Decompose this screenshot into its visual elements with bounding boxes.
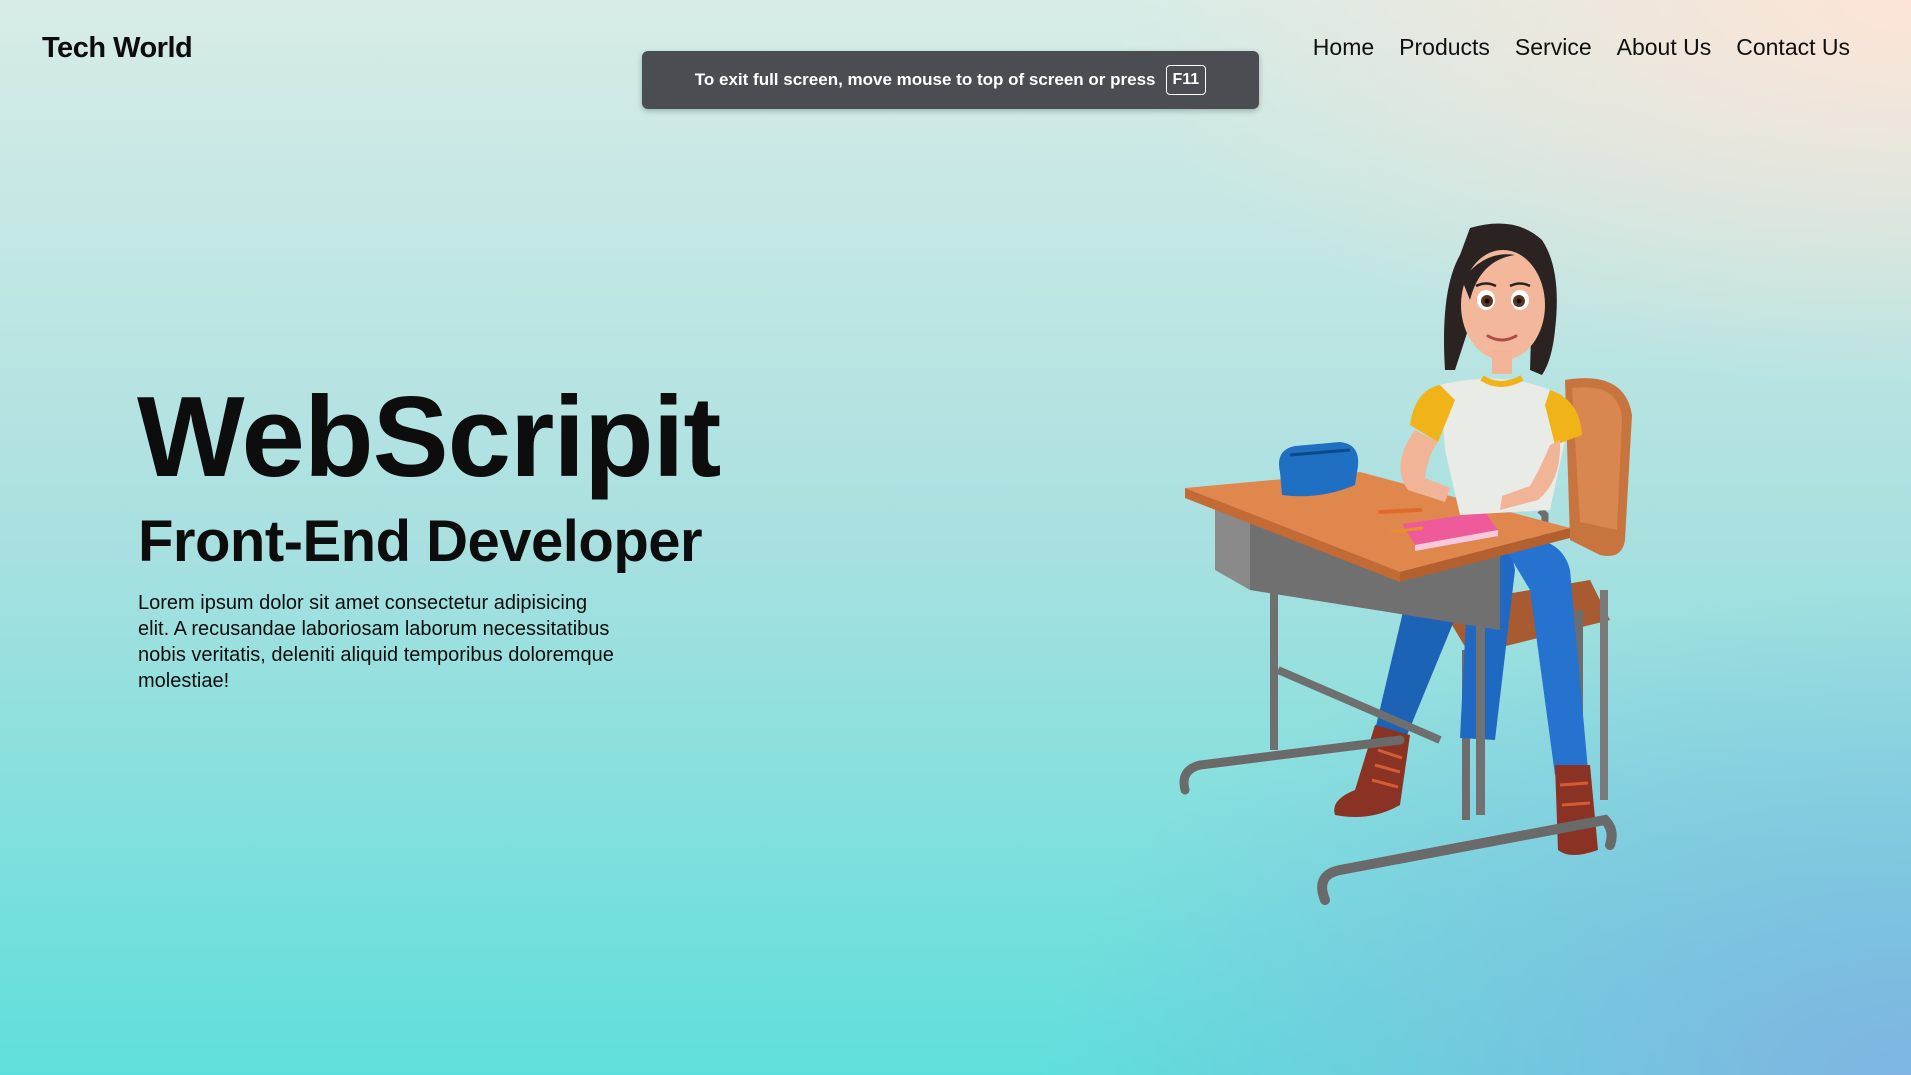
nav-home[interactable]: Home [1313,34,1374,61]
torso [1400,375,1582,515]
nav-contact-us[interactable]: Contact Us [1736,34,1850,61]
nav-about-us[interactable]: About Us [1617,34,1712,61]
logo[interactable]: Tech World [42,32,193,65]
nav-products[interactable]: Products [1399,34,1490,61]
hero-subtitle: Front-End Developer [138,509,703,574]
head [1444,223,1557,375]
toast-message: To exit full screen, move mouse to top o… [694,70,1156,89]
toast-key: F11 [1165,65,1207,95]
student-at-desk-illustration [1179,223,1632,905]
hero-title: WebScripit [137,374,721,501]
fullscreen-exit-toast: To exit full screen, move mouse to top o… [642,51,1259,109]
main-nav: Home Products Service About Us Contact U… [1313,34,1850,61]
nav-service[interactable]: Service [1515,34,1592,61]
hero-description: Lorem ipsum dolor sit amet consectetur a… [138,592,614,692]
